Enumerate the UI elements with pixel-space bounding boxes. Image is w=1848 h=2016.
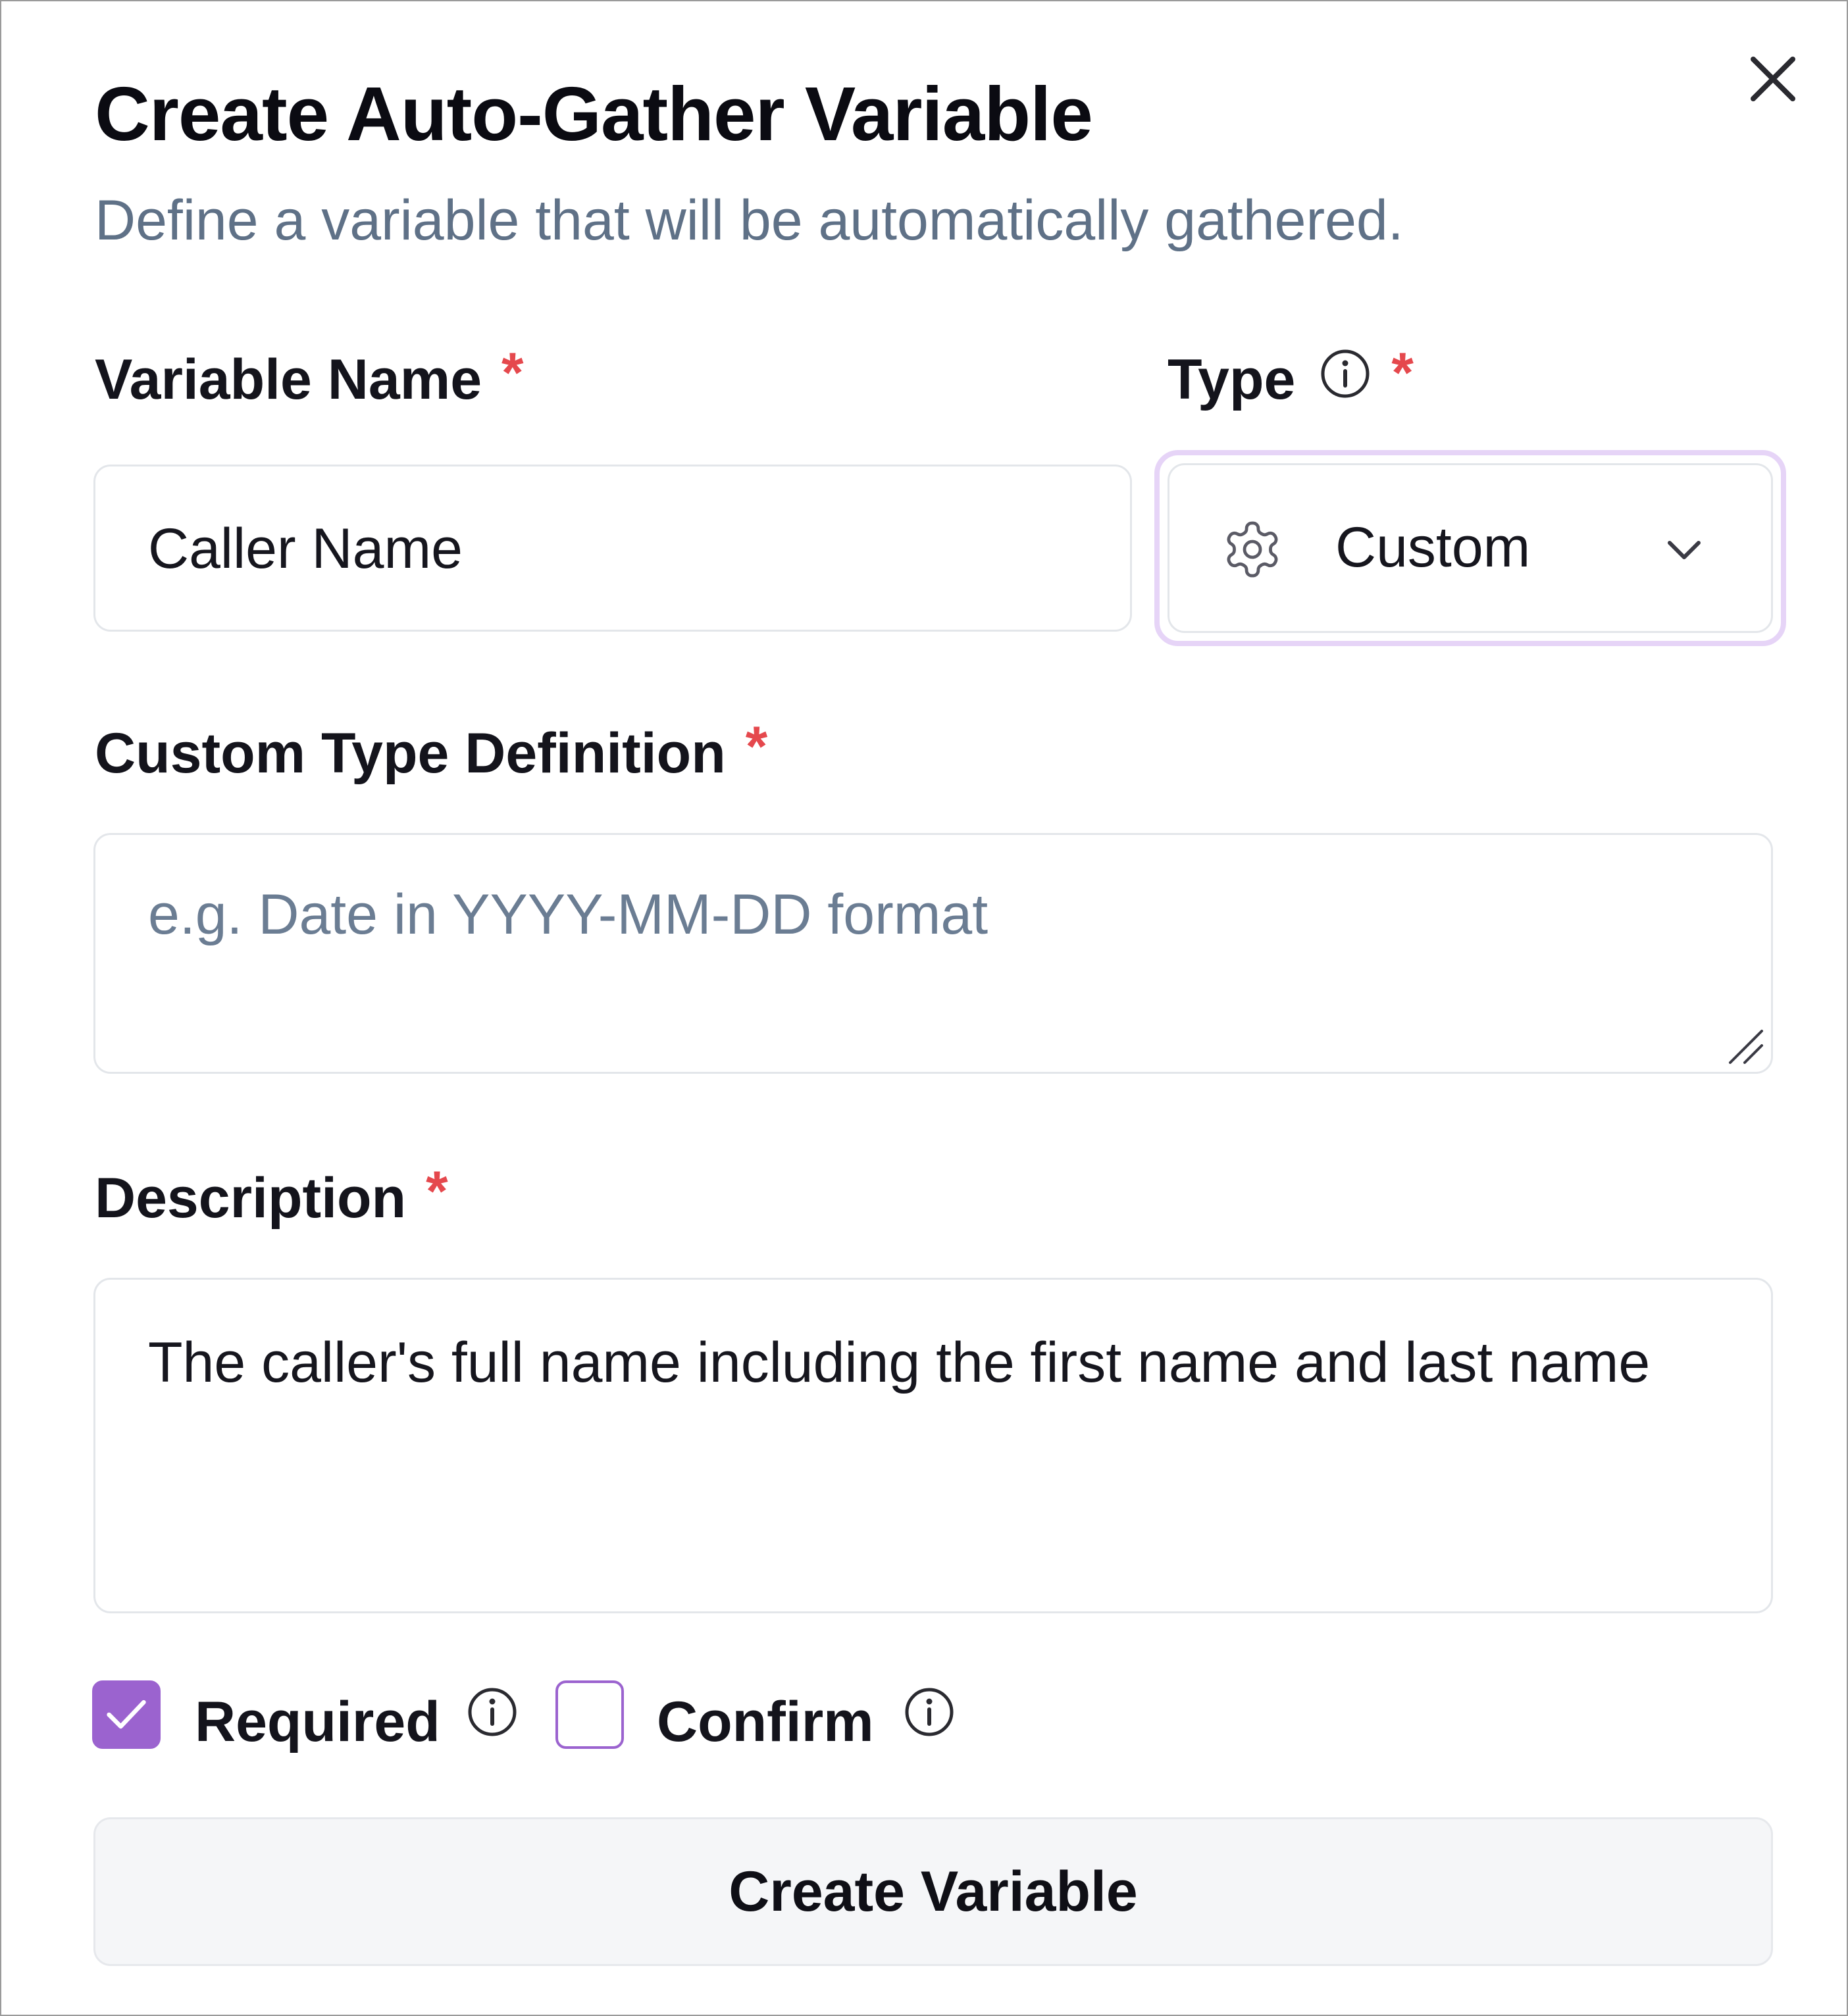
dialog-title: Create Auto-Gather Variable bbox=[95, 71, 1093, 157]
confirm-label: Confirm bbox=[657, 1690, 874, 1753]
variable-name-label: Variable Name * bbox=[95, 341, 524, 413]
type-select[interactable]: Custom bbox=[1168, 463, 1773, 633]
description-label-text: Description bbox=[95, 1167, 407, 1230]
custom-type-definition-label: Custom Type Definition * bbox=[95, 715, 767, 786]
required-checkbox[interactable] bbox=[92, 1680, 161, 1749]
custom-type-definition-textarea[interactable]: e.g. Date in YYYY-MM-DD format bbox=[93, 833, 1773, 1074]
description-textarea[interactable]: The caller's full name including the fir… bbox=[93, 1278, 1773, 1613]
close-button[interactable] bbox=[1745, 51, 1801, 107]
chevron-down-icon bbox=[1663, 528, 1705, 570]
close-icon bbox=[1751, 57, 1795, 101]
custom-type-definition-placeholder: e.g. Date in YYYY-MM-DD format bbox=[148, 883, 988, 946]
required-asterisk: * bbox=[501, 341, 524, 405]
required-label: Required bbox=[195, 1690, 440, 1753]
info-icon[interactable] bbox=[1319, 347, 1372, 400]
required-asterisk: * bbox=[426, 1160, 448, 1223]
variable-name-input[interactable]: Caller Name bbox=[93, 465, 1132, 632]
check-icon bbox=[107, 1700, 146, 1729]
required-asterisk: * bbox=[745, 715, 768, 778]
dialog: Create Auto-Gather Variable Define a var… bbox=[0, 0, 1848, 2016]
variable-name-value: Caller Name bbox=[148, 517, 463, 580]
confirm-checkbox[interactable] bbox=[555, 1680, 624, 1749]
custom-type-definition-label-text: Custom Type Definition bbox=[95, 722, 726, 785]
required-asterisk: * bbox=[1391, 341, 1414, 405]
description-value: The caller's full name including the fir… bbox=[148, 1331, 1651, 1394]
create-variable-button-label: Create Variable bbox=[729, 1859, 1138, 1923]
variable-name-label-text: Variable Name bbox=[95, 348, 482, 411]
type-label: Type * bbox=[1168, 341, 1414, 413]
dialog-subtitle: Define a variable that will be automatic… bbox=[95, 189, 1404, 252]
type-label-text: Type bbox=[1168, 348, 1296, 411]
info-icon[interactable] bbox=[903, 1686, 956, 1738]
resize-handle-icon[interactable] bbox=[1725, 1026, 1766, 1067]
create-variable-button[interactable]: Create Variable bbox=[93, 1817, 1773, 1966]
type-selected-value: Custom bbox=[1335, 516, 1531, 579]
gear-icon bbox=[1221, 518, 1284, 581]
info-icon[interactable] bbox=[466, 1686, 519, 1738]
description-label: Description * bbox=[95, 1160, 448, 1231]
